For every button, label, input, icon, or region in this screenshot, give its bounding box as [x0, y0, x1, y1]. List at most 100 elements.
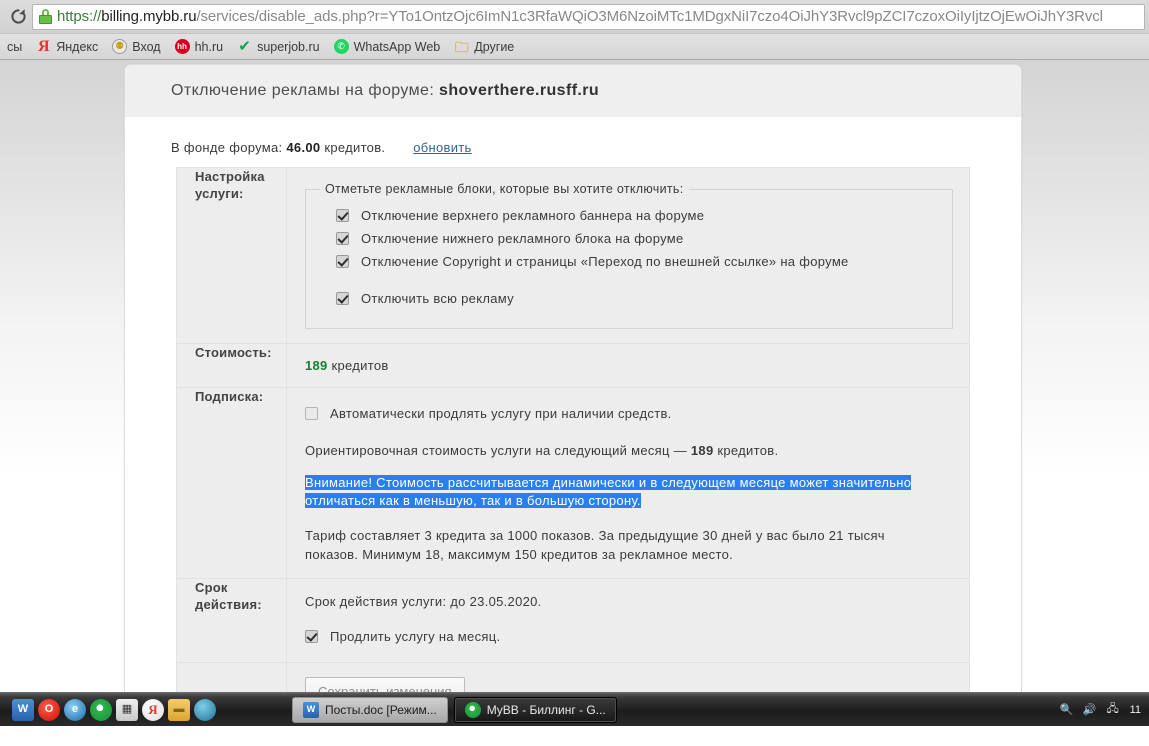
word-icon[interactable]: W [12, 698, 34, 721]
fund-prefix: В фонде форума: [171, 140, 283, 155]
checkbox-label: Отключить всю рекламу [361, 291, 514, 306]
estimate-line: Ориентировочная стоимость услуги на след… [305, 442, 953, 460]
reload-icon[interactable] [4, 4, 32, 30]
bookmark-label: Вход [132, 39, 161, 54]
yandex-icon: Я [37, 37, 50, 55]
taskbar-windows: W Посты.doc [Режим... MyBB - Биллинг - G… [292, 696, 617, 723]
table-row-period: Срок действия: Срок действия услуги: до … [176, 578, 970, 663]
row-value-subscription: Автоматически продлять услугу при наличи… [286, 387, 970, 579]
taskbar-item-document[interactable]: W Посты.doc [Режим... [292, 696, 448, 723]
taskbar-item-label: Посты.doc [Режим... [325, 702, 437, 717]
bookmark-label: Другие [474, 39, 515, 54]
page-title-forum: shoverthere.rusff.ru [439, 82, 600, 99]
taskbar-item-browser[interactable]: MyBB - Биллинг - G... [453, 696, 617, 723]
bookmark-label: superjob.ru [257, 39, 320, 54]
word-doc-icon: W [303, 701, 319, 718]
tariff-text: Тариф составляет 3 кредита за 1000 показ… [305, 528, 885, 562]
row-label-subscription: Подписка: [176, 387, 287, 579]
ad-blocks-legend: Отметьте рекламные блоки, которые вы хот… [325, 182, 684, 196]
checkbox-row-copyright[interactable]: Отключение Copyright и страницы «Переход… [320, 250, 938, 273]
checkbox-extend-month[interactable] [305, 630, 318, 643]
table-row-settings: Настройка услуги: Отметьте рекламные бло… [176, 167, 970, 344]
cost-amount: 189 [305, 358, 328, 373]
row-value-settings: Отметьте рекламные блоки, которые вы хот… [286, 167, 970, 344]
teal-app-icon[interactable] [194, 698, 216, 721]
fund-suffix: кредитов. [324, 140, 386, 155]
row-value-cost: 189 кредитов [286, 343, 970, 388]
billing-card: Отключение рекламы на форуме: shoverther… [124, 64, 1022, 726]
checkbox-label: Автоматически продлять услугу при наличи… [330, 406, 672, 421]
fund-line: В фонде форума: 46.00 кредитов. обновить [125, 117, 1021, 167]
folder-icon: 🗀 [454, 38, 469, 55]
warning-note-wrapper: Внимание! Стоимость рассчитывается динам… [305, 474, 917, 510]
service-table: Настройка услуги: Отметьте рекламные бло… [176, 167, 970, 726]
checkbox-label: Продлить услугу на месяц. [330, 629, 501, 644]
chrome-window-icon [464, 701, 481, 718]
row-label-cost: Стоимость: [176, 343, 287, 388]
checkbox-auto-renew[interactable] [305, 407, 318, 420]
cost-unit: кредитов [331, 358, 389, 373]
bookmark-label: WhatsApp Web [353, 39, 441, 54]
superjob-check-icon: ✔ [238, 38, 251, 55]
calculator-icon[interactable]: ▦ [116, 698, 138, 721]
checkbox-row-disable-all[interactable]: Отключить всю рекламу [320, 287, 938, 310]
internet-explorer-icon[interactable]: e [64, 698, 86, 721]
bookmark-item-partial[interactable]: сы [0, 36, 29, 58]
ad-blocks-fieldset: Отметьте рекламные блоки, которые вы хот… [305, 182, 953, 329]
url-path: /services/disable_ads.php?r=YTo1OntzOjc6… [196, 7, 1103, 25]
checkbox-label: Отключение нижнего рекламного блока на ф… [361, 231, 684, 246]
network-icon[interactable]: 🖧 [1105, 702, 1121, 718]
bookmark-item-hh[interactable]: hh hh.ru [168, 36, 231, 58]
bookmark-label: Яндекс [56, 39, 99, 54]
url-text: https://billing.mybb.ru/services/disable… [57, 5, 1103, 29]
refresh-link[interactable]: обновить [413, 140, 471, 155]
estimate-suffix: кредитов. [717, 443, 779, 458]
bookmark-item-whatsapp[interactable]: ✆ WhatsApp Web [327, 36, 448, 58]
dynamic-cost-warning: Внимание! Стоимость рассчитывается динам… [305, 475, 912, 508]
page-viewport: Отключение рекламы на форуме: shoverther… [0, 60, 1149, 726]
table-row-cost: Стоимость: 189 кредитов [176, 343, 970, 388]
row-value-period: Срок действия услуги: до 23.05.2020. Про… [286, 578, 970, 663]
checkbox-copyright[interactable] [336, 255, 349, 268]
checkbox-row-top-banner[interactable]: Отключение верхнего рекламного баннера н… [320, 204, 938, 227]
table-row-subscription: Подписка: Автоматически продлять услугу … [176, 387, 970, 579]
row-label-period: Срок действия: [176, 578, 287, 663]
bookmarks-bar: сы Я Яндекс ⚉ Вход hh hh.ru ✔ superjob.r… [0, 33, 1149, 59]
taskbar-item-label: MyBB - Биллинг - G... [486, 702, 606, 717]
checkbox-row-auto-renew[interactable]: Автоматически продлять услугу при наличи… [305, 402, 953, 425]
checkbox-row-extend[interactable]: Продлить услугу на месяц. [305, 625, 953, 648]
url-scheme: https:// [57, 7, 102, 25]
checkbox-bottom-block[interactable] [336, 232, 349, 245]
system-tray: 🔍 🔊 🖧 11 [1059, 702, 1149, 718]
opera-icon[interactable]: O [38, 698, 60, 721]
checkbox-label: Отключение Copyright и страницы «Переход… [361, 254, 849, 269]
lock-icon [39, 9, 52, 24]
chrome-icon[interactable] [90, 698, 112, 721]
checkbox-row-bottom-block[interactable]: Отключение нижнего рекламного блока на ф… [320, 227, 938, 250]
search-magnifier-icon[interactable]: 🔍 [1059, 702, 1075, 718]
checkbox-label: Отключение верхнего рекламного баннера н… [361, 208, 705, 223]
hh-icon: hh [174, 39, 190, 54]
estimate-prefix: Ориентировочная стоимость услуги на след… [305, 443, 687, 458]
bookmark-item-yandex[interactable]: Я Яндекс [29, 36, 105, 58]
bookmark-label: hh.ru [194, 39, 224, 54]
card-body: В фонде форума: 46.00 кредитов. обновить… [125, 117, 1021, 726]
bookmark-item-login[interactable]: ⚉ Вход [105, 36, 167, 58]
yandex-browser-icon[interactable]: Я [142, 698, 164, 721]
taskbar: W O e ▦ Я ▬ W Посты.doc [Режим... MyBB -… [0, 692, 1149, 726]
clock[interactable]: 11 [1128, 704, 1141, 716]
row-label-settings: Настройка услуги: [176, 167, 287, 344]
browser-chrome: https://billing.mybb.ru/services/disable… [0, 0, 1149, 60]
estimate-amount: 189 [690, 443, 714, 458]
login-icon: ⚉ [112, 39, 128, 54]
bookmark-item-other[interactable]: 🗀 Другие [447, 36, 521, 58]
bookmark-item-superjob[interactable]: ✔ superjob.ru [230, 36, 327, 58]
folder-icon[interactable]: ▬ [168, 698, 190, 721]
omnibar-row: https://billing.mybb.ru/services/disable… [0, 0, 1149, 33]
checkbox-top-banner[interactable] [336, 209, 349, 222]
volume-icon[interactable]: 🔊 [1082, 702, 1098, 718]
address-bar[interactable]: https://billing.mybb.ru/services/disable… [32, 3, 1145, 30]
page-title: Отключение рекламы на форуме: shoverther… [125, 65, 1021, 117]
checkbox-disable-all[interactable] [336, 292, 349, 305]
url-host: billing.mybb.ru [101, 7, 197, 25]
